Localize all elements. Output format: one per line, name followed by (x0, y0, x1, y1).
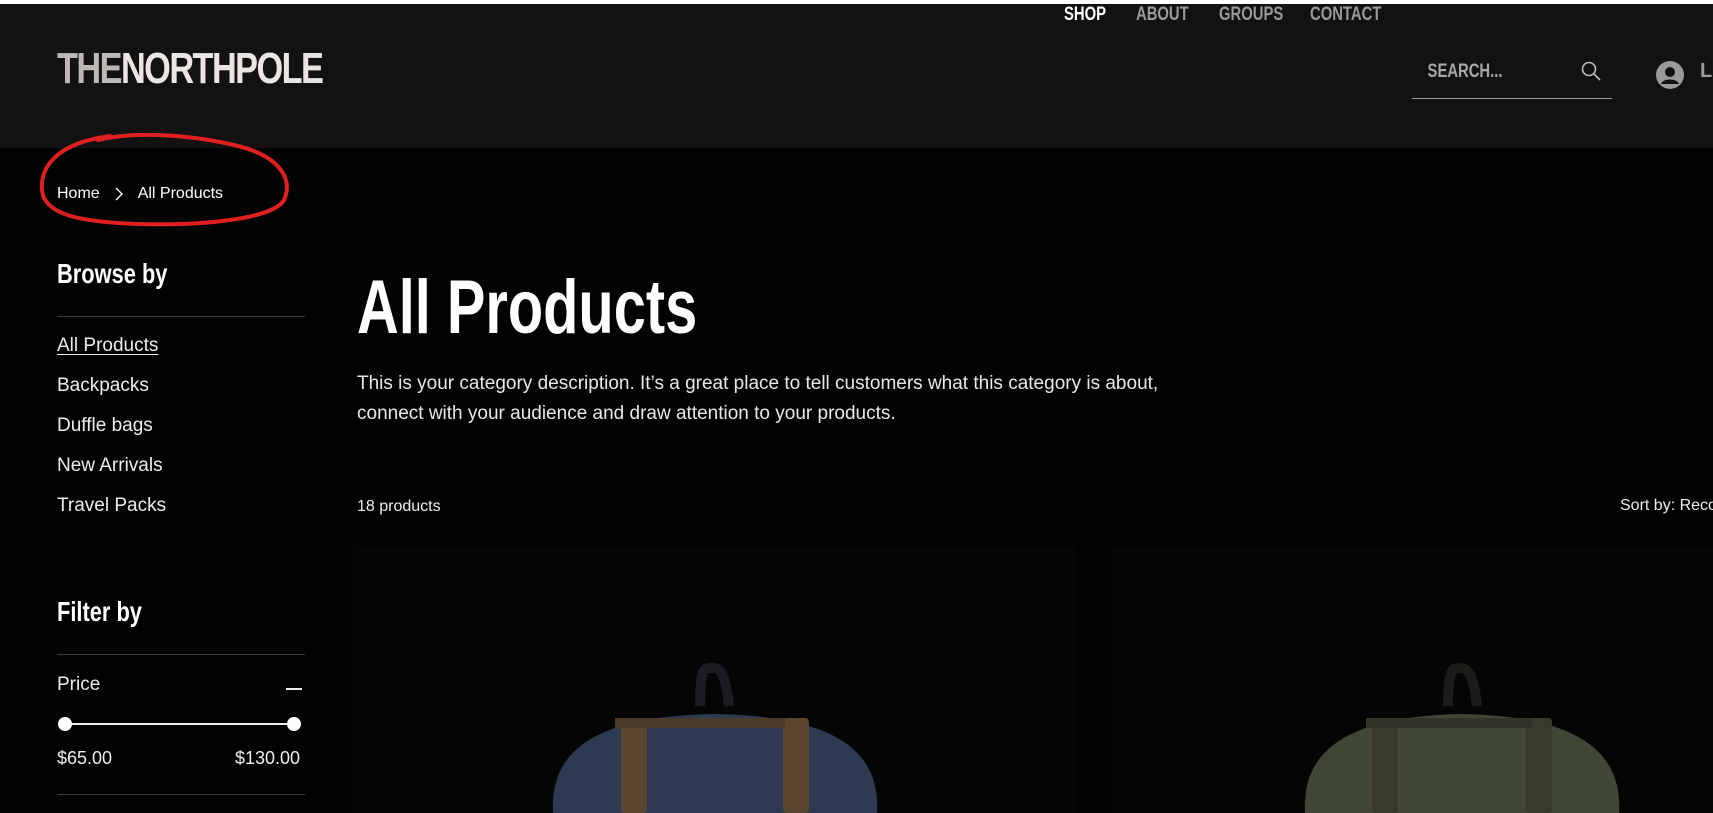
divider (57, 316, 305, 317)
nav-shop[interactable]: SHOP (1064, 4, 1106, 26)
site-header: THENORTHPOLE SHOP ABOUT GROUPS CONTACT L (0, 4, 1713, 148)
sort-dropdown[interactable]: Sort by: Reco (1620, 497, 1713, 515)
nav-about[interactable]: ABOUT (1136, 4, 1189, 26)
breadcrumb: Home All Products (57, 185, 223, 203)
search-box (1412, 48, 1612, 99)
price-filter-label[interactable]: Price (57, 674, 100, 696)
divider (57, 794, 305, 795)
product-card[interactable] (353, 546, 1077, 813)
nav-contact[interactable]: CONTACT (1310, 4, 1381, 26)
breadcrumb-home[interactable]: Home (57, 185, 100, 203)
price-slider-max-handle[interactable] (287, 717, 301, 731)
product-count: 18 products (357, 498, 441, 515)
category-all-products[interactable]: All Products (57, 335, 158, 357)
product-card[interactable] (1112, 546, 1713, 813)
divider (57, 654, 305, 655)
breadcrumb-current: All Products (137, 185, 224, 202)
duffle-bag-image (552, 662, 878, 813)
category-backpacks[interactable]: Backpacks (57, 375, 149, 397)
category-new-arrivals[interactable]: New Arrivals (57, 455, 163, 477)
price-slider-track[interactable] (64, 723, 294, 725)
minus-icon[interactable] (286, 688, 302, 690)
logo-prefix: THE (57, 44, 123, 93)
price-min-value: $65.00 (57, 748, 113, 768)
browse-by-heading: Browse by (57, 258, 168, 289)
chevron-right-icon (115, 187, 123, 201)
price-max-value: $130.00 (235, 748, 301, 768)
search-icon[interactable] (1580, 60, 1602, 82)
page-title: All Products (357, 265, 698, 350)
category-duffle-bags[interactable]: Duffle bags (57, 415, 153, 437)
logo-main: NORTHPOLE (120, 44, 324, 93)
category-travel-packs[interactable]: Travel Packs (57, 495, 166, 517)
nav-groups[interactable]: GROUPS (1219, 4, 1283, 26)
filter-by-heading: Filter by (57, 596, 142, 627)
category-description: This is your category description. It’s … (357, 373, 1159, 424)
site-logo[interactable]: THENORTHPOLE (57, 44, 324, 94)
search-input[interactable] (1426, 56, 1547, 88)
price-slider-min-handle[interactable] (58, 717, 72, 731)
account-avatar-icon[interactable] (1655, 60, 1685, 90)
duffle-bag-image (1304, 662, 1620, 813)
login-label[interactable]: L (1700, 60, 1712, 83)
